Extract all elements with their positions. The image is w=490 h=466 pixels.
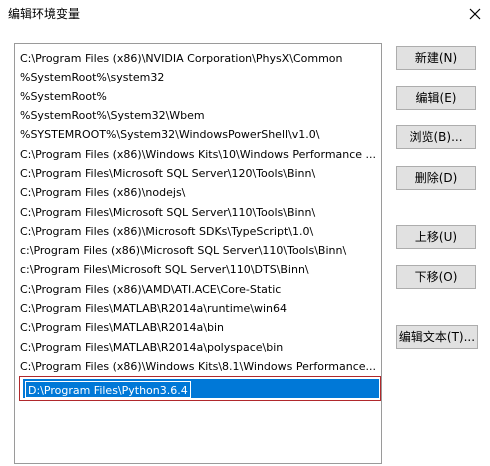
edit-text-button[interactable]: 编辑文本(T)... (396, 325, 478, 349)
list-item[interactable]: C:\Program Files\MATLAB\R2014a\bin (20, 318, 377, 337)
list-item[interactable]: C:\Program Files\MATLAB\R2014a\runtime\w… (20, 299, 377, 318)
list-item[interactable]: C:\Program Files (x86)\Windows Kits\8.1\… (20, 357, 377, 376)
move-down-button[interactable]: 下移(O) (396, 265, 476, 289)
browse-button[interactable]: 浏览(B)... (396, 125, 476, 149)
list-item[interactable]: %SystemRoot%\System32\Wbem (20, 106, 377, 125)
list-item[interactable]: C:\Program Files (x86)\Windows Kits\10\W… (20, 145, 377, 164)
list-item[interactable]: C:\Program Files\Microsoft SQL Server\11… (20, 203, 377, 222)
new-button[interactable]: 新建(N) (396, 46, 476, 70)
edit-button[interactable]: 编辑(E) (396, 86, 476, 110)
list-item[interactable]: %SYSTEMROOT%\System32\WindowsPowerShell\… (20, 125, 377, 144)
list-item[interactable]: %SystemRoot%\system32 (20, 68, 377, 87)
list-item[interactable]: c:\Program Files\Microsoft SQL Server\11… (20, 260, 377, 279)
list-item[interactable]: C:\Program Files\Microsoft SQL Server\12… (20, 164, 377, 183)
editing-list-item[interactable]: D:\Program Files\Python3.6.4 (19, 376, 381, 401)
list-item[interactable]: C:\Program Files\MATLAB\R2014a\polyspace… (20, 338, 377, 357)
window-title: 编辑环境变量 (8, 7, 81, 21)
list-item[interactable]: C:\Program Files (x86)\NVIDIA Corporatio… (20, 49, 377, 68)
close-icon (469, 8, 481, 20)
list-item[interactable]: c:\Program Files (x86)\Microsoft SQL Ser… (20, 241, 377, 260)
list-item[interactable]: C:\Program Files (x86)\Microsoft SDKs\Ty… (20, 222, 377, 241)
path-listbox[interactable]: C:\Program Files (x86)\NVIDIA Corporatio… (14, 43, 382, 464)
path-edit-field[interactable]: D:\Program Files\Python3.6.4 (23, 379, 379, 398)
list-item[interactable]: C:\Program Files (x86)\AMD\ATI.ACE\Core-… (20, 280, 377, 299)
title-bar: 编辑环境变量 (0, 0, 490, 28)
list-item[interactable]: C:\Program Files (x86)\nodejs\ (20, 183, 377, 202)
selected-path-text[interactable]: D:\Program Files\Python3.6.4 (25, 381, 191, 398)
move-up-button[interactable]: 上移(U) (396, 225, 476, 249)
list-item[interactable]: %SystemRoot% (20, 87, 377, 106)
close-button[interactable] (460, 0, 490, 28)
delete-button[interactable]: 删除(D) (396, 166, 476, 190)
